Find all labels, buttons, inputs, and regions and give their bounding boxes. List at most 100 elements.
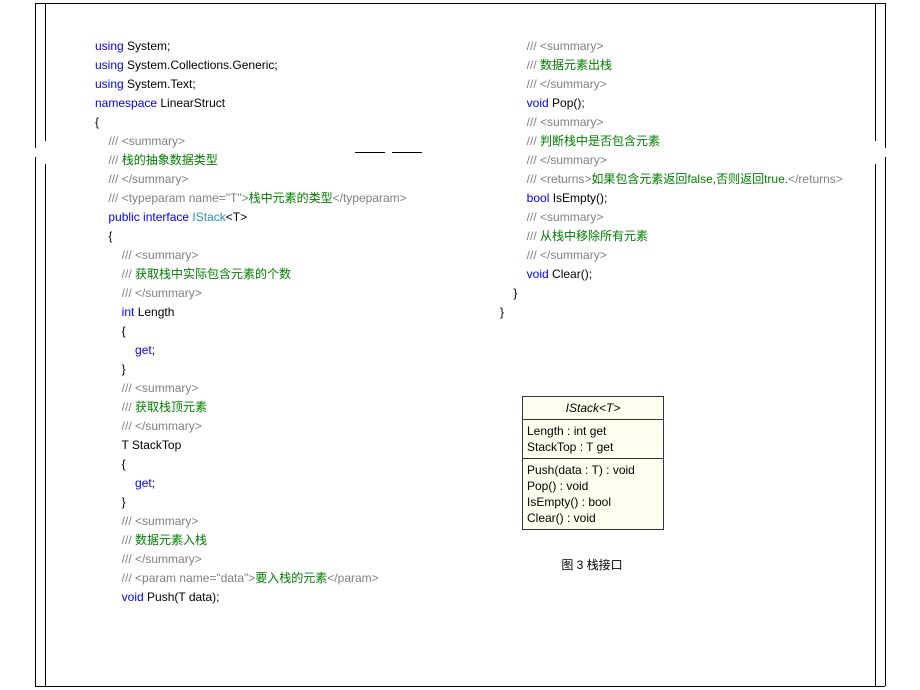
code-text: Pop();: [549, 96, 585, 110]
code-doctag: </summary>: [135, 286, 202, 300]
code-doctag: <summary>: [540, 115, 603, 129]
code-doccomment: 要入栈的元素: [255, 571, 327, 585]
code-doctag: </summary>: [540, 77, 607, 91]
code-text: IsEmpty();: [549, 191, 607, 205]
code-text: Length: [134, 305, 174, 319]
code-docslash: ///: [527, 172, 540, 186]
code-text: Clear();: [549, 267, 592, 281]
code-doctag: <typeparam name="T">: [122, 191, 249, 205]
code-doctag: </summary>: [122, 172, 189, 186]
uml-properties: Length : int get StackTop : T get: [523, 420, 663, 458]
code-text: System;: [124, 39, 171, 53]
code-docslash: ///: [122, 267, 135, 281]
code-kw: void: [122, 590, 144, 604]
code-docslash: ///: [527, 39, 540, 53]
code-text: T StackTop: [121, 438, 181, 452]
code-docslash: ///: [108, 153, 121, 167]
code-type: IStack: [192, 210, 225, 224]
code-text: LinearStruct: [157, 96, 225, 110]
code-text: }: [500, 305, 504, 319]
code-docslash: ///: [527, 134, 540, 148]
code-docslash: ///: [108, 134, 121, 148]
code-text: ;: [152, 343, 155, 357]
code-doctag: <summary>: [540, 210, 603, 224]
code-doctag: <summary>: [135, 248, 198, 262]
code-text: <T>: [226, 210, 247, 224]
code-kw: namespace: [95, 96, 157, 110]
code-docslash: ///: [108, 172, 121, 186]
code-doctag: </summary>: [135, 552, 202, 566]
code-docslash: ///: [527, 210, 540, 224]
code-doctag: </summary>: [540, 248, 607, 262]
code-doccomment: 数据元素出栈: [540, 58, 612, 72]
code-kw: using: [95, 77, 124, 91]
code-doctag: <summary>: [135, 514, 198, 528]
code-kw: using: [95, 58, 124, 72]
code-docslash: ///: [122, 286, 135, 300]
frame-left-inner-bottom: [45, 164, 46, 686]
code-kw: int: [122, 305, 135, 319]
code-docslash: ///: [527, 229, 540, 243]
uml-diagram: IStack<T> Length : int get StackTop : T …: [522, 396, 664, 530]
code-docslash: ///: [527, 248, 540, 262]
code-docslash: ///: [122, 419, 135, 433]
document-page: using System; using System.Collections.G…: [0, 0, 920, 690]
code-doccomment: 获取栈中实际包含元素的个数: [135, 267, 291, 281]
code-text: ;: [152, 476, 155, 490]
code-column-right: /// <summary> /// 数据元素出栈 /// </summary> …: [500, 18, 900, 322]
uml-title: IStack<T>: [523, 397, 663, 420]
code-docslash: ///: [122, 552, 135, 566]
code-text: Push(T data);: [144, 590, 220, 604]
code-kw: using: [95, 39, 124, 53]
code-text: {: [122, 324, 126, 338]
code-doctag: </returns>: [788, 172, 843, 186]
code-kw: bool: [527, 191, 550, 205]
code-text: {: [122, 457, 126, 471]
uml-method: Push(data : T) : void: [527, 462, 659, 478]
code-docslash: ///: [122, 381, 135, 395]
uml-prop: Length : int get: [527, 423, 659, 439]
code-doctag: </param>: [327, 571, 378, 585]
code-docslash: ///: [122, 533, 135, 547]
code-doccomment: 栈的抽象数据类型: [122, 153, 218, 167]
uml-method: Clear() : void: [527, 510, 659, 526]
code-text: {: [108, 229, 112, 243]
code-doccomment: 从栈中移除所有元素: [540, 229, 648, 243]
code-docslash: ///: [527, 115, 540, 129]
frame-left-outer-top: [35, 3, 36, 148]
code-text: {: [95, 115, 99, 129]
code-doccomment: 获取栈顶元素: [135, 400, 207, 414]
code-doctag: </typeparam>: [333, 191, 407, 205]
uml-prop: StackTop : T get: [527, 439, 659, 455]
code-docslash: ///: [527, 58, 540, 72]
code-doctag: <summary>: [135, 381, 198, 395]
frame-top: [35, 3, 885, 4]
code-kw: get: [135, 343, 152, 357]
code-text: }: [122, 362, 126, 376]
code-docslash: ///: [527, 77, 540, 91]
code-doctag: <returns>: [540, 172, 591, 186]
code-doctag: </summary>: [135, 419, 202, 433]
code-docslash: ///: [122, 514, 135, 528]
code-kw: get: [135, 476, 152, 490]
code-doccomment: 如果包含元素返回false,否则返回true.: [591, 172, 788, 186]
code-text: System.Collections.Generic;: [124, 58, 278, 72]
code-doctag: <summary>: [122, 134, 185, 148]
code-docslash: ///: [122, 571, 135, 585]
code-doccomment: 栈中元素的类型: [249, 191, 333, 205]
code-doccomment: 数据元素入栈: [135, 533, 207, 547]
code-docslash: ///: [527, 153, 540, 167]
code-docslash: ///: [122, 400, 135, 414]
uml-method: IsEmpty() : bool: [527, 494, 659, 510]
code-column-left: using System; using System.Collections.G…: [95, 18, 465, 607]
code-doctag: <summary>: [540, 39, 603, 53]
frame-bottom: [35, 686, 885, 687]
code-doctag: </summary>: [540, 153, 607, 167]
figure-caption: 图 3 栈接口: [522, 556, 662, 573]
uml-methods: Push(data : T) : void Pop() : void IsEmp…: [523, 458, 663, 529]
frame-left-outer-bottom: [35, 157, 36, 686]
code-text: System.Text;: [124, 77, 196, 91]
frame-left-inner-top: [45, 3, 46, 141]
code-kw: public interface: [108, 210, 192, 224]
code-text: }: [513, 286, 517, 300]
